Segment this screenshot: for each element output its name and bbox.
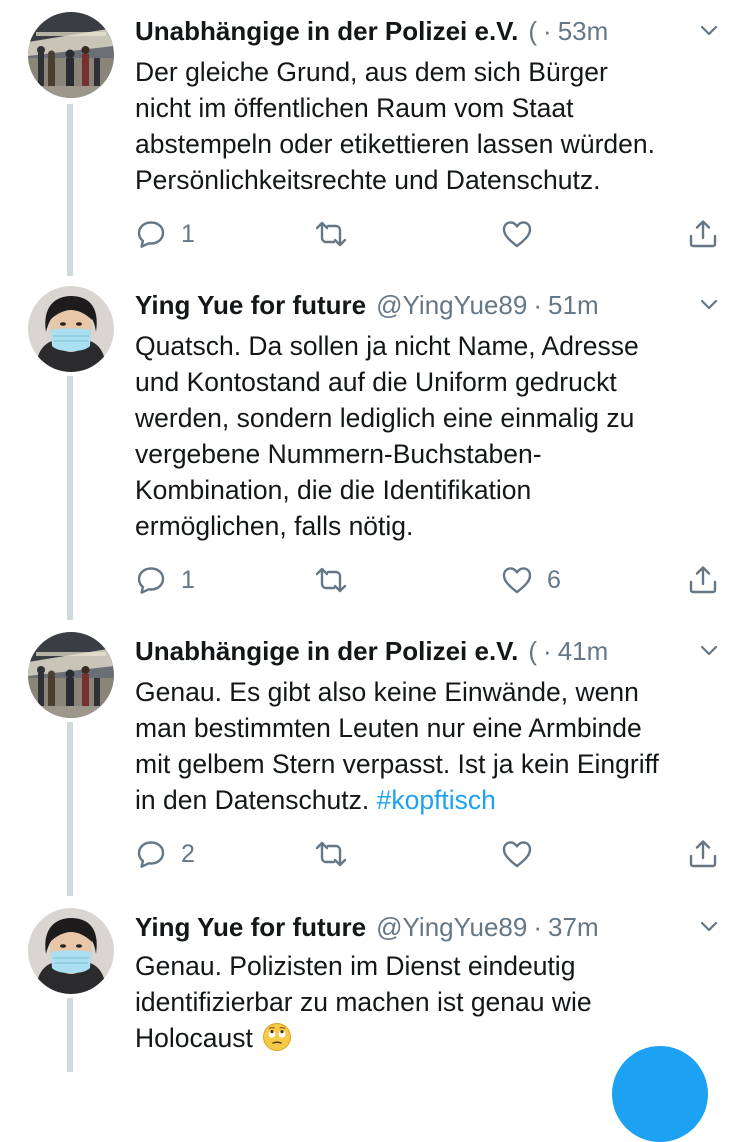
reply-count: 2: [181, 839, 195, 868]
tweet-text-body: Genau. Polizisten im Dienst eindeutig id…: [135, 951, 592, 1053]
share-icon: [687, 218, 719, 250]
separator-dot: ·: [543, 15, 552, 46]
author-handle[interactable]: (: [528, 16, 537, 47]
author-name[interactable]: Ying Yue for future: [135, 912, 366, 943]
retweet-button[interactable]: [313, 214, 349, 254]
tweet-text: Der gleiche Grund, aus dem sich Bürger n…: [135, 57, 655, 195]
avatar[interactable]: [28, 286, 114, 372]
reply-button[interactable]: 1: [135, 214, 195, 254]
tweet-header: Unabhängige in der Polizei e.V. ( · 41m: [135, 632, 720, 670]
tweet-header: Unabhängige in der Polizei e.V. ( · 53m: [135, 12, 720, 50]
retweet-button[interactable]: [313, 560, 349, 600]
avatar[interactable]: [28, 632, 114, 718]
share-button[interactable]: [687, 560, 719, 600]
like-button[interactable]: [501, 834, 533, 874]
compose-tweet-button[interactable]: [612, 1046, 708, 1142]
chevron-down-icon[interactable]: [698, 294, 720, 316]
tweet[interactable]: Ying Yue for future @YingYue89 · 51m Qua…: [0, 280, 748, 614]
chevron-down-icon[interactable]: [698, 916, 720, 938]
tweet-timestamp[interactable]: 53m: [558, 16, 609, 47]
retweet-icon: [313, 838, 349, 870]
station-crowd-avatar-image: [28, 632, 114, 718]
hashtag-link[interactable]: #kopftisch: [377, 785, 496, 815]
heart-icon: [501, 218, 533, 250]
face-with-rolling-eyes-emoji-icon: [262, 1022, 292, 1052]
tweet-header: Ying Yue for future @YingYue89 · 37m: [135, 908, 720, 946]
reply-icon: [135, 838, 167, 870]
retweet-button[interactable]: [313, 834, 349, 874]
author-name[interactable]: Unabhängige in der Polizei e.V.: [135, 16, 518, 47]
separator-dot: ·: [533, 911, 543, 942]
tweet-timestamp[interactable]: 41m: [558, 636, 609, 667]
conversation-thread: Unabhängige in der Polizei e.V. ( · 53m …: [0, 0, 748, 1142]
tweet[interactable]: Ying Yue for future @YingYue89 · 37m Gen…: [0, 902, 748, 1072]
reply-icon: [135, 218, 167, 250]
chevron-down-icon[interactable]: [698, 640, 720, 662]
share-button[interactable]: [687, 214, 719, 254]
share-button[interactable]: [687, 834, 719, 874]
separator-dot: ·: [543, 635, 552, 666]
like-count: 6: [547, 565, 561, 594]
heart-icon: [501, 564, 533, 596]
author-name[interactable]: Unabhängige in der Polizei e.V.: [135, 636, 518, 667]
heart-icon: [501, 838, 533, 870]
tweet[interactable]: Unabhängige in der Polizei e.V. ( · 53m …: [0, 0, 748, 270]
tweet-actions: 1 6: [135, 560, 725, 600]
author-name[interactable]: Ying Yue for future: [135, 290, 366, 321]
tweet-text: Genau. Polizisten im Dienst eindeutig id…: [135, 948, 725, 1056]
avatar[interactable]: [28, 12, 114, 98]
tweet-timestamp[interactable]: 51m: [548, 290, 599, 321]
face-mask-avatar-image: [28, 908, 114, 994]
author-handle[interactable]: @YingYue89: [376, 912, 527, 943]
face-mask-avatar-image: [28, 286, 114, 372]
reply-icon: [135, 564, 167, 596]
like-button[interactable]: 6: [501, 560, 561, 600]
reply-count: 1: [181, 565, 195, 594]
tweet[interactable]: Unabhängige in der Polizei e.V. ( · 41m …: [0, 626, 748, 890]
author-handle[interactable]: @YingYue89: [376, 290, 527, 321]
tweet-header: Ying Yue for future @YingYue89 · 51m: [135, 286, 720, 324]
tweet-timestamp[interactable]: 37m: [548, 912, 599, 943]
tweet-text: Genau. Es gibt also keine Einwände, wenn…: [135, 674, 725, 818]
avatar[interactable]: [28, 908, 114, 994]
tweet-actions: 2: [135, 834, 725, 874]
retweet-icon: [313, 564, 349, 596]
chevron-down-icon[interactable]: [698, 20, 720, 42]
reply-button[interactable]: 1: [135, 560, 195, 600]
tweet-text: Quatsch. Da sollen ja nicht Name, Adress…: [135, 331, 639, 541]
share-icon: [687, 838, 719, 870]
separator-dot: ·: [533, 289, 543, 320]
reply-count: 1: [181, 219, 195, 248]
reply-button[interactable]: 2: [135, 834, 195, 874]
author-handle[interactable]: (: [528, 636, 537, 667]
tweet-actions: 1: [135, 214, 725, 254]
like-button[interactable]: [501, 214, 533, 254]
retweet-icon: [313, 218, 349, 250]
station-crowd-avatar-image: [28, 12, 114, 98]
share-icon: [687, 564, 719, 596]
